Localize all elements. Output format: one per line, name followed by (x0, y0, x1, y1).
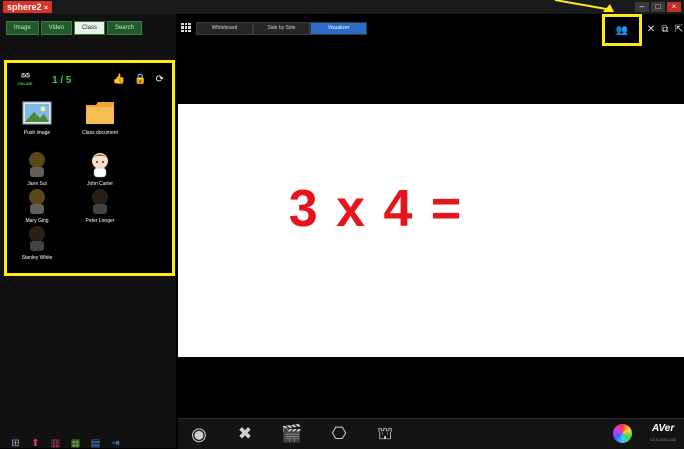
version-label: V2.5.2101.102 (650, 437, 677, 442)
camera-icon[interactable]: ⛫ (374, 424, 396, 444)
whiteboard-canvas[interactable]: 3 x 4 = (178, 104, 684, 357)
tab-whiteboard[interactable]: Whiteboard (196, 22, 253, 35)
document-icon[interactable]: ▤ (90, 438, 101, 449)
student-avatar-icon (22, 150, 52, 178)
tab-class[interactable]: Class (73, 21, 105, 35)
item-label: Peter Longer (85, 218, 115, 224)
whiteboard-equation: 3 x 4 = (288, 180, 464, 238)
student-avatar-icon (85, 150, 115, 178)
left-bottom-toolbar: ⊞ ⬆ ▥ ▦ ▤ ⇥ (10, 438, 121, 449)
capture-icon[interactable]: ⎔ (328, 424, 350, 444)
maximize-button[interactable]: □ (651, 2, 665, 12)
popout-icon[interactable]: ⇱ (674, 25, 684, 35)
tab-visualizer[interactable]: Visualizer (310, 22, 367, 35)
tab-video[interactable]: Video (40, 21, 72, 35)
online-users-icon: ꔮꔮ (20, 73, 31, 80)
item-label: Push image (23, 130, 51, 136)
minimize-button[interactable]: ‒ (635, 2, 649, 12)
export-icon[interactable]: ⇥ (110, 438, 121, 449)
student-stanley-white[interactable]: Stanley White (7, 224, 67, 261)
student-avatar-icon (22, 187, 52, 215)
class-document-item[interactable]: Class document (70, 99, 130, 136)
layout-grid-icon[interactable] (181, 23, 191, 32)
student-peter-longer[interactable]: Peter Longer (70, 187, 130, 224)
upload-arrow-icon[interactable]: ⬆ (30, 438, 41, 449)
class-panel: ꔮꔮ ONLINE 1 / 5 👍 🔒 ⟳ Push image Class d… (4, 60, 175, 276)
brand-logo: AVer (652, 423, 675, 434)
tab-image[interactable]: Image (6, 21, 39, 35)
left-tab-bar: Image Video Class Search (6, 21, 142, 35)
online-count: 1 / 5 (52, 75, 72, 86)
student-view-button[interactable]: 👥 (602, 14, 642, 46)
clapperboard-icon[interactable]: 🎬 (281, 424, 303, 444)
push-image-item[interactable]: Push image (7, 99, 67, 136)
student-mary-ging[interactable]: Mary Ging (7, 187, 67, 224)
main-header: Whiteboard Side by Side Visualizer 👥 ✕ ⧉… (176, 14, 684, 104)
tab-search[interactable]: Search (106, 21, 142, 35)
record-icon[interactable]: ◉ (188, 424, 210, 444)
student-john-carter[interactable]: John Carter (70, 150, 130, 187)
close-button[interactable]: × (667, 2, 681, 12)
color-wheel-icon[interactable] (613, 424, 632, 443)
online-badge: ꔮꔮ ONLINE (16, 73, 34, 87)
bottom-toolbar: ◉ ✖ 🎬 ⎔ ⛫ AVer V2.5.2101.102 (178, 418, 684, 449)
grid-view-icon[interactable]: ⊞ (10, 438, 21, 449)
online-label: ONLINE (17, 81, 33, 86)
tab-side-by-side[interactable]: Side by Side (253, 22, 310, 35)
tools-icon[interactable]: ✖ (234, 424, 256, 444)
item-label: Class document (82, 130, 118, 136)
thumbs-up-icon[interactable]: 👍 (113, 74, 125, 85)
student-avatar-icon (22, 224, 52, 252)
refresh-icon[interactable]: ⟳ (156, 74, 164, 85)
app-logo: sphere2 × (3, 1, 53, 13)
student-avatar-icon (85, 187, 115, 215)
students-icon: 👥 (615, 24, 629, 36)
main-tab-bar: Whiteboard Side by Side Visualizer (196, 22, 367, 35)
item-label: Stanley White (21, 255, 53, 261)
book-icon[interactable]: ▥ (50, 438, 61, 449)
folder-icon (85, 99, 115, 127)
student-jane-sui[interactable]: Jane Sui (7, 150, 67, 187)
left-panel: Image Video Class Search ꔮꔮ ONLINE 1 / 5… (0, 14, 176, 449)
title-bar: sphere2 × ‒ □ × (0, 0, 684, 14)
lock-icon[interactable]: 🔒 (134, 74, 146, 85)
pointer-icon[interactable]: ✕ (646, 25, 656, 35)
snapshot-icon[interactable]: ⧉ (660, 25, 670, 35)
image-icon (22, 99, 52, 127)
people-icon[interactable]: ▦ (70, 438, 81, 449)
